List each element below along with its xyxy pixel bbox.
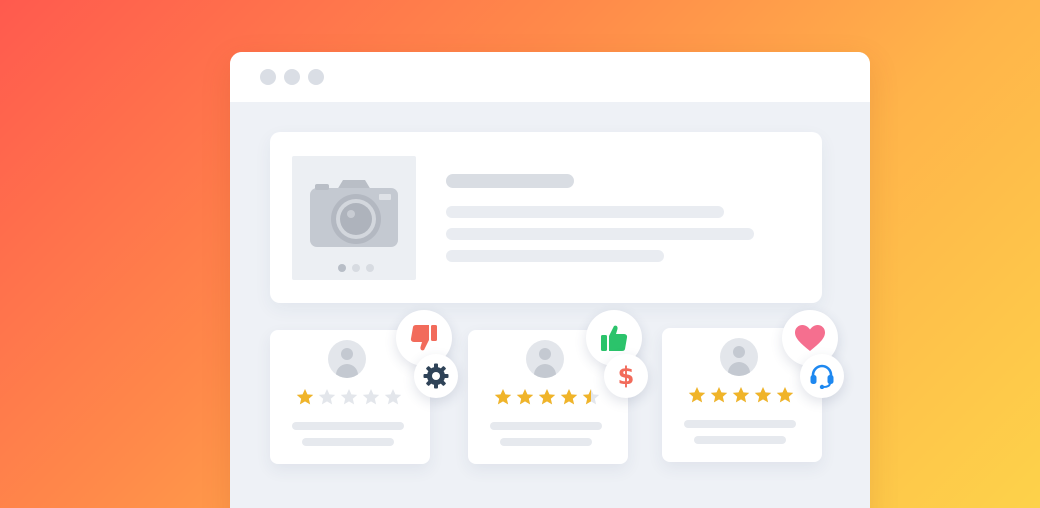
avatar xyxy=(526,340,564,378)
category-badge[interactable] xyxy=(414,354,458,398)
star-filled-icon xyxy=(732,387,750,403)
star-empty-icon xyxy=(384,389,402,405)
window-control-dot[interactable] xyxy=(308,69,324,85)
carousel-dot[interactable] xyxy=(352,264,360,272)
star-filled-icon xyxy=(516,389,534,405)
review-text-placeholder xyxy=(302,438,394,446)
gear-icon xyxy=(423,363,449,389)
review-text-placeholder xyxy=(694,436,786,444)
avatar xyxy=(328,340,366,378)
camera-icon xyxy=(310,180,398,247)
star-filled-icon xyxy=(296,389,314,405)
carousel-dot[interactable] xyxy=(338,264,346,272)
review-text-placeholder xyxy=(292,422,404,430)
thumbs-up-icon xyxy=(601,325,628,351)
product-image[interactable] xyxy=(292,156,416,280)
star-empty-icon xyxy=(318,389,336,405)
star-filled-icon xyxy=(494,389,512,405)
product-card xyxy=(270,132,822,303)
star-rating xyxy=(494,388,600,406)
review-text-placeholder xyxy=(684,420,796,428)
product-text-placeholder xyxy=(446,228,754,240)
carousel-dot[interactable] xyxy=(366,264,374,272)
category-badge[interactable] xyxy=(800,354,844,398)
star-filled-icon xyxy=(560,389,578,405)
avatar xyxy=(720,338,758,376)
star-filled-icon xyxy=(538,389,556,405)
product-text-placeholder xyxy=(446,250,664,262)
browser-window xyxy=(230,52,870,508)
review-text-placeholder xyxy=(490,422,602,430)
image-carousel-dots xyxy=(338,264,374,272)
window-control-dot[interactable] xyxy=(260,69,276,85)
star-empty-icon xyxy=(362,389,380,405)
window-titlebar xyxy=(230,52,870,102)
star-half-icon xyxy=(582,389,600,405)
window-control-dot[interactable] xyxy=(284,69,300,85)
star-rating xyxy=(688,386,794,404)
star-filled-icon xyxy=(688,387,706,403)
category-badge[interactable]: $ xyxy=(604,354,648,398)
review-text-placeholder xyxy=(500,438,592,446)
headset-icon xyxy=(810,364,834,389)
product-text-placeholder xyxy=(446,206,724,218)
star-filled-icon xyxy=(776,387,794,403)
dollar-icon: $ xyxy=(617,362,635,390)
star-filled-icon xyxy=(754,387,772,403)
product-title-placeholder xyxy=(446,174,574,188)
thumbs-down-icon xyxy=(410,325,437,351)
heart-icon xyxy=(795,325,825,351)
star-filled-icon xyxy=(710,387,728,403)
star-empty-icon xyxy=(340,389,358,405)
star-rating xyxy=(296,388,402,406)
